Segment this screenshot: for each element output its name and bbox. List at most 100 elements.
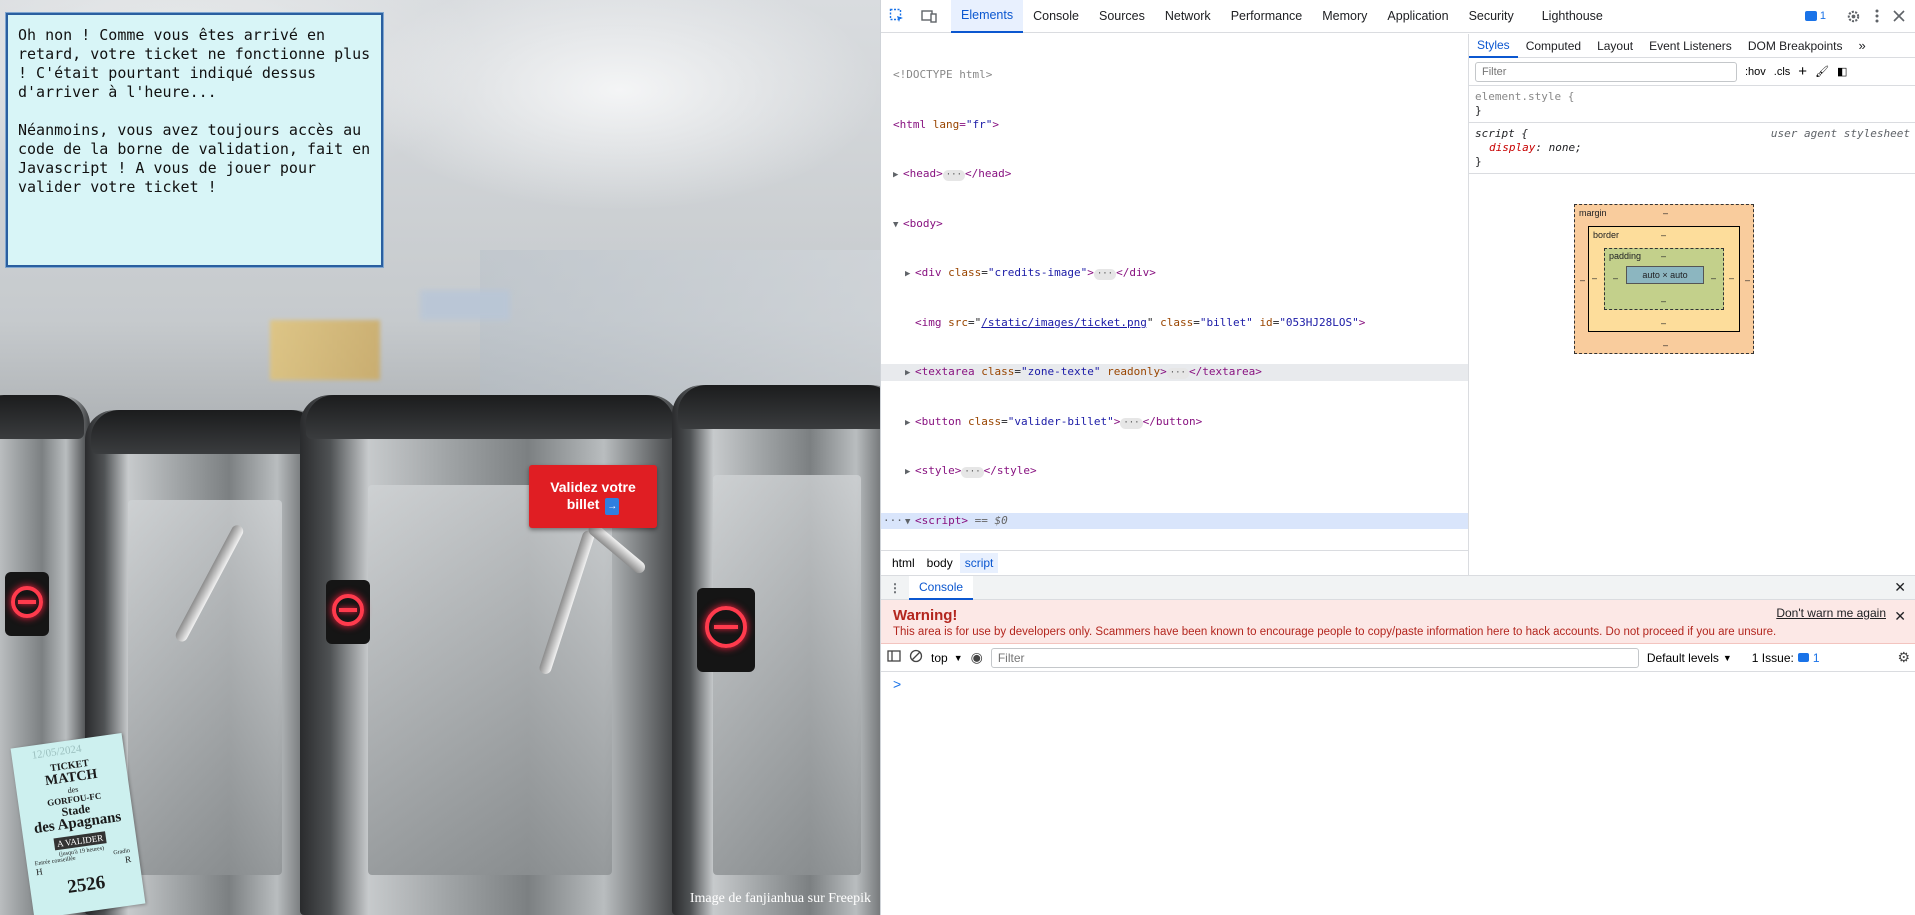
ellipsis-icon[interactable]: ··· [942,170,966,181]
dont-warn-link[interactable]: Don't warn me again [1776,606,1886,620]
zone-texte-textarea[interactable]: Oh non ! Comme vous êtes arrivé en retar… [5,12,384,268]
tab-console[interactable]: Console [1023,0,1089,33]
expand-triangle-icon[interactable]: ▶ [905,365,915,382]
tag-name: style [921,464,955,477]
tab-memory[interactable]: Memory [1312,0,1377,33]
expand-triangle-icon[interactable]: ▶ [905,266,915,283]
clear-console-icon[interactable] [909,649,923,666]
context-value: top [931,650,948,665]
dom-style-node[interactable]: ▶ <style> ··· </style> [881,463,1468,480]
script-rule[interactable]: user agent stylesheet script { display: n… [1469,123,1915,174]
attr-name: lang [932,117,960,131]
tab-lighthouse[interactable]: Lighthouse [1532,0,1613,33]
issues-counter[interactable]: 1 Issue: 1 [1752,651,1820,665]
box-model-diagram: margin – – – – border – – – – padding – … [1574,204,1754,354]
no-entry-icon [697,588,755,672]
eye-icon[interactable]: ◉ [971,649,983,666]
tab-elements[interactable]: Elements [951,0,1024,33]
breadcrumb-html[interactable]: html [887,553,920,573]
console-prompt[interactable]: > [881,672,1915,696]
drawer-menu-icon[interactable]: ⋮ [881,581,909,595]
valider-billet-button[interactable]: Validez votre billet → [529,465,657,528]
styles-tabs: Styles Computed Layout Event Listeners D… [1469,34,1915,58]
close-icon[interactable] [1888,0,1910,32]
selected-marker: == $0 [974,513,1008,527]
dom-button-node[interactable]: ▶ <button class="valider-billet"> ··· </but… [881,414,1468,431]
hov-button[interactable]: :hov [1745,66,1766,78]
collapse-triangle-icon[interactable]: ▼ [905,514,915,531]
attr-value: "billet" [1199,315,1253,329]
dom-body-node[interactable]: ▼ <body> [881,216,1468,233]
close-warning-icon[interactable]: ✕ [1894,608,1906,625]
styles-filter-input[interactable] [1475,61,1737,82]
tab-event-listeners[interactable]: Event Listeners [1641,34,1740,58]
tab-layout[interactable]: Layout [1589,34,1641,58]
ellipsis-icon[interactable]: ··· [961,467,984,478]
console-filter-input[interactable] [990,647,1639,668]
tab-network[interactable]: Network [1155,0,1221,33]
ellipsis-icon[interactable]: ··· [1093,269,1117,280]
paint-brush-icon[interactable]: 🖌 [1815,65,1829,78]
chevron-double-right-icon[interactable]: » [1851,34,1874,58]
dom-head-node[interactable]: ▶ <head> ··· </head> [881,166,1468,183]
tab-console-drawer[interactable]: Console [909,575,974,600]
more-dots-icon[interactable]: ··· [883,513,905,530]
warning-title: Warning! [893,607,958,624]
img-src-link[interactable]: /static/images/ticket.png [981,316,1147,329]
box-value: – [1661,251,1667,261]
console-drawer-header: ⋮ Console ✕ [881,575,1915,600]
box-value: – [1663,340,1669,350]
attr-value: "valider-billet" [1007,414,1114,428]
rule-selector: element.style { [1475,90,1575,103]
cls-button[interactable]: .cls [1774,66,1791,78]
log-levels-select[interactable]: Default levels ▼ [1647,651,1732,665]
dom-textarea-node[interactable]: ▶ <textarea class="zone-texte" readonly> ·… [881,364,1468,381]
device-toolbar-icon[interactable] [913,0,945,32]
sidebar-toggle-icon[interactable] [887,649,901,666]
close-drawer-icon[interactable]: ✕ [1894,579,1915,596]
tab-styles[interactable]: Styles [1469,34,1518,58]
breadcrumb: html body script [881,550,1468,575]
dom-html-node[interactable]: <html lang="fr"> [881,117,1468,134]
context-select[interactable]: top ▼ [931,651,963,665]
devtools-panel: Elements Console Sources Network Perform… [880,0,1915,915]
console-settings-gear-icon[interactable]: ⚙ [1897,649,1910,666]
dom-img-node[interactable]: <img src="/static/images/ticket.png" cla… [881,315,1468,332]
box-content[interactable]: auto × auto [1626,266,1704,284]
breadcrumb-body[interactable]: body [922,553,958,573]
no-entry-icon [5,572,49,636]
button-label-line-1: Validez votre [550,478,636,495]
expand-triangle-icon[interactable]: ▶ [893,167,903,184]
inspect-element-icon[interactable] [881,0,913,32]
tab-performance[interactable]: Performance [1221,0,1313,33]
issues-badge[interactable]: 1 [1804,10,1826,22]
gear-icon[interactable] [1840,0,1866,32]
toggle-sidebar-icon[interactable]: ◧ [1837,65,1847,78]
chevron-down-icon: ▼ [953,652,963,663]
expand-triangle-icon[interactable]: ▶ [905,415,915,432]
rule-close: } [1475,155,1482,168]
tab-computed[interactable]: Computed [1518,34,1589,58]
elements-tree: <!DOCTYPE html> <html lang="fr"> ▶ <head>… [881,34,1468,544]
dom-div-node[interactable]: ▶ <div class="credits-image"> ··· </div> [881,265,1468,282]
dom-script-node[interactable]: ··· ▼ <script> == $0 [881,512,1468,531]
breadcrumb-script[interactable]: script [959,553,999,573]
attr-value: "zone-texte" [1020,365,1101,378]
ellipsis-icon[interactable]: ··· [1166,368,1189,379]
tab-security[interactable]: Security [1459,0,1524,33]
element-style-rule[interactable]: element.style { } [1469,86,1915,123]
tag-name: head [978,167,1005,180]
collapse-triangle-icon[interactable]: ▼ [893,217,903,234]
rule-selector: script { [1475,127,1528,140]
tab-application[interactable]: Application [1377,0,1458,33]
prop-name: display [1489,141,1536,154]
issues-badge-count: 1 [1819,10,1826,22]
tab-dom-breakpoints[interactable]: DOM Breakpoints [1740,34,1851,58]
add-rule-icon[interactable]: + [1798,63,1807,80]
more-options-icon[interactable] [1866,0,1888,32]
ellipsis-icon[interactable]: ··· [1120,417,1143,429]
tag-name: body [909,216,937,230]
tab-sources[interactable]: Sources [1089,0,1155,33]
dom-doctype[interactable]: <!DOCTYPE html> [881,67,1468,84]
expand-triangle-icon[interactable]: ▶ [905,464,915,481]
